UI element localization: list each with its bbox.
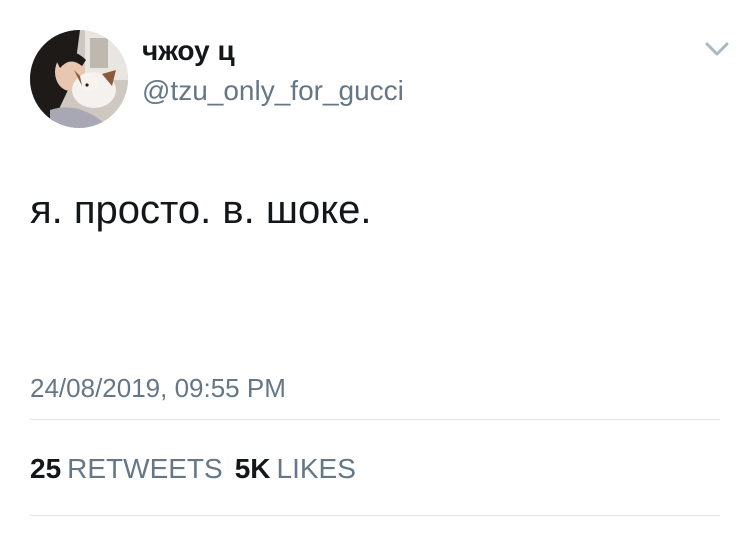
avatar[interactable] — [30, 30, 128, 128]
tweet-text: я. просто. в. шоке. — [30, 188, 372, 232]
likes-label: LIKES — [276, 453, 356, 484]
likes-count: 5K — [234, 453, 271, 484]
user-handle[interactable]: @tzu_only_for_gucci — [142, 74, 404, 108]
tweet-timestamp[interactable]: 24/08/2019, 09:55 PM — [30, 372, 286, 404]
display-name[interactable]: чжоу ц — [142, 34, 235, 68]
likes-stat[interactable]: 5K LIKES — [235, 453, 356, 484]
retweets-stat[interactable]: 25 RETWEETS — [30, 453, 223, 484]
tweet-card: чжоу ц @tzu_only_for_gucci я. просто. в.… — [0, 0, 750, 552]
tweet-stats: 25 RETWEETS 5K LIKES — [30, 452, 356, 486]
divider — [30, 515, 720, 516]
retweets-count: 25 — [30, 453, 62, 484]
chevron-down-icon[interactable] — [700, 36, 734, 62]
retweets-label: RETWEETS — [67, 453, 223, 484]
divider — [30, 419, 720, 420]
